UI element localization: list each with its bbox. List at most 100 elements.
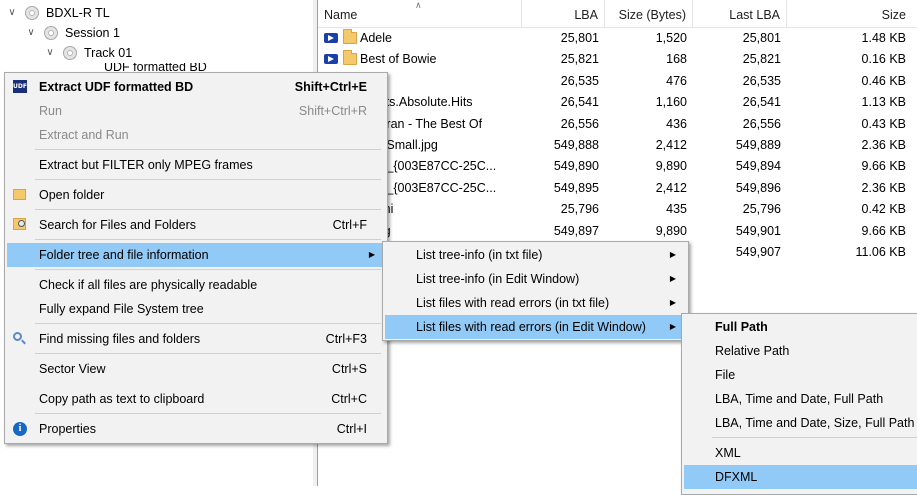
cell-last-lba: 25,801 <box>742 31 781 45</box>
tree-node-root[interactable]: ∨ BDXL-R TL <box>0 3 300 23</box>
column-header-size[interactable]: Size <box>787 0 912 27</box>
menu-item-label: Check if all files are physically readab… <box>39 278 258 292</box>
menu-item-label: Run <box>39 104 62 118</box>
submenu-item-list-files-with-read-errors-in-txt-file[interactable]: List files with read errors (in txt file… <box>385 291 684 315</box>
menu-item-run[interactable]: Run Shift+Ctrl+R <box>7 99 383 123</box>
tree-node-session[interactable]: ∨ Session 1 <box>0 23 300 43</box>
folder-icon <box>13 189 26 200</box>
column-header-name[interactable]: ∧ Name <box>318 0 522 27</box>
submenu2-item-lba-time-and-date-full-path[interactable]: LBA, Time and Date, Full Path <box>684 387 917 411</box>
menu-item-label: Search for Files and Folders <box>39 218 197 232</box>
disc-icon <box>63 46 77 60</box>
link-arrow-icon <box>324 33 338 43</box>
table-row[interactable]: mArtSmall.jpg 549,888 2,412 549,889 2.36 KB <box>318 135 917 156</box>
menu-item-copy-path-as-text-to-clipboard[interactable]: Copy path as text to clipboard Ctrl+C <box>7 387 383 411</box>
cell-size: 2.36 KB <box>861 138 906 152</box>
submenu-arrow-icon: ▶ <box>669 298 676 307</box>
submenu2-item-relative-path[interactable]: Relative Path <box>684 339 917 363</box>
list-header: ∧ Name LBA Size (Bytes) Last LBA Size <box>318 0 917 28</box>
cell-size-bytes: 168 <box>666 52 687 67</box>
submenu2-item-label: LBA, Time and Date, Size, Full Path <box>715 416 915 430</box>
menu-item-open-folder[interactable]: Open folder <box>7 183 383 207</box>
submenu-item-list-tree-info-in-txt-file[interactable]: List tree-info (in txt file) ▶ <box>385 243 684 267</box>
cell-size-bytes: 436 <box>666 116 687 131</box>
cell-lba: 25,801 <box>560 31 599 45</box>
table-row[interactable]: Straits.Absolute.Hits 26,541 1,160 26,541 1.… <box>318 92 917 113</box>
menu-separator <box>712 437 917 438</box>
link-arrow-icon <box>324 54 338 65</box>
column-header-lba[interactable]: LBA <box>522 0 605 27</box>
submenu-arrow-icon: ▶ <box>669 322 676 331</box>
menu-item-shortcut: Ctrl+S <box>331 362 367 376</box>
menu-item-search-for-files-and-folders[interactable]: Search for Files and Folders Ctrl+F <box>7 213 383 237</box>
menu-item-extract-but-filter-only-mpeg-frames[interactable]: Extract but FILTER only MPEG frames <box>7 153 383 177</box>
menu-item-label: Properties <box>39 422 96 436</box>
column-header-size-bytes[interactable]: Size (Bytes) <box>605 0 693 27</box>
menu-item-fully-expand-file-system-tree[interactable]: Fully expand File System tree <box>7 297 383 321</box>
submenu-item-list-tree-info-in-edit-window[interactable]: List tree-info (in Edit Window) ▶ <box>385 267 684 291</box>
disc-icon <box>44 26 58 40</box>
submenu-arrow-icon: ▶ <box>669 250 676 259</box>
submenu-item-label: List files with read errors (in txt file… <box>416 296 610 310</box>
cell-name: Adele <box>360 31 392 45</box>
table-row[interactable]: mArt_{003E87CC-25C... 549,890 9,890 549,894… <box>318 156 917 177</box>
table-row[interactable]: er.jpg549,8979,890549,9019.66 KB <box>318 221 917 242</box>
menu-item-find-missing-files-and-folders[interactable]: Find missing files and folders Ctrl+F3 <box>7 327 383 351</box>
cell-size: 0.16 KB <box>861 52 906 67</box>
table-row[interactable]: mArt_{003E87CC-25C... 549,895 2,412 549,896… <box>318 178 917 199</box>
menu-item-shortcut: Ctrl+F3 <box>325 332 367 346</box>
menu-separator <box>35 269 381 270</box>
column-header-last-lba[interactable]: Last LBA <box>693 0 787 27</box>
cell-lba: 25,821 <box>560 52 599 67</box>
menu-item-label: Open folder <box>39 188 105 202</box>
table-row[interactable]: 26,535 476 26,535 0.46 KB <box>318 71 917 92</box>
magnifier-icon <box>13 332 22 341</box>
menu-separator <box>35 209 381 210</box>
submenu2-item-label: File <box>715 368 736 382</box>
cell-lba: 26,535 <box>560 73 599 88</box>
chevron-down-icon[interactable]: ∨ <box>6 3 18 23</box>
menu-item-folder-tree-and-file-information[interactable]: Folder tree and file information ▶ <box>7 243 383 267</box>
cell-size-bytes: 476 <box>666 73 687 88</box>
tree-node-label: BDXL-R TL <box>46 6 110 20</box>
table-row[interactable]: n Duran - The Best Of 26,556 436 26,556 0.43… <box>318 114 917 135</box>
submenu2-item-xml[interactable]: XML <box>684 441 917 465</box>
menu-item-label: Extract but FILTER only MPEG frames <box>39 158 253 172</box>
cell-lba: 549,897 <box>553 223 599 238</box>
menu-item-label: Fully expand File System tree <box>39 302 204 316</box>
cell-size: 2.36 KB <box>861 180 906 195</box>
submenu2-item-full-path[interactable]: Full Path <box>684 315 917 339</box>
submenu-item-label: List tree-info (in txt file) <box>416 248 543 262</box>
cell-size-bytes: 1,520 <box>655 31 687 45</box>
cell-last-lba: 26,541 <box>742 95 781 110</box>
cell-size-bytes: 2,412 <box>655 138 687 152</box>
submenu2-item-dfxml[interactable]: DFXML <box>684 465 917 489</box>
cell-lba: 26,556 <box>560 116 599 131</box>
search-folder-icon <box>13 218 26 230</box>
chevron-down-icon[interactable]: ∨ <box>44 43 56 63</box>
info-icon: i <box>13 422 27 436</box>
menu-item-properties[interactable]: i Properties Ctrl+I <box>7 417 383 441</box>
tree-node-track[interactable]: ∨ Track 01 <box>0 43 300 63</box>
submenu-folder-tree: List tree-info (in txt file) ▶ List tree-i… <box>382 241 689 341</box>
menu-item-extract-and-run[interactable]: Extract and Run <box>7 123 383 147</box>
table-row[interactable]: Adele 25,801 1,520 25,801 1.48 KB <box>318 28 917 49</box>
menu-item-sector-view[interactable]: Sector View Ctrl+S <box>7 357 383 381</box>
table-row[interactable]: Best of Bowie 25,821 168 25,821 0.16 KB <box>318 49 917 70</box>
cell-size: 1.13 KB <box>861 95 906 110</box>
menu-separator <box>35 323 381 324</box>
menu-item-label: Sector View <box>39 362 106 376</box>
menu-item-extract-udf-formatted-bd[interactable]: UDF Extract UDF formatted BD Shift+Ctrl+E <box>7 75 383 99</box>
submenu2-item-lba-time-and-date-size-full-path[interactable]: LBA, Time and Date, Size, Full Path <box>684 411 917 435</box>
submenu2-item-file[interactable]: File <box>684 363 917 387</box>
context-menu: UDF Extract UDF formatted BD Shift+Ctrl+E R… <box>4 72 388 444</box>
cell-name: Best of Bowie <box>360 52 437 67</box>
table-row[interactable]: top.ini25,79643525,7960.42 KB <box>318 199 917 220</box>
submenu2-item-label: Full Path <box>715 320 768 334</box>
cell-lba: 25,796 <box>560 202 599 217</box>
chevron-down-icon[interactable]: ∨ <box>25 23 37 43</box>
submenu-item-list-files-with-read-errors-in-edit-window[interactable]: List files with read errors (in Edit Win… <box>385 315 684 339</box>
submenu-item-label: List tree-info (in Edit Window) <box>416 272 580 286</box>
menu-item-check-if-all-files-are-physically-readable[interactable]: Check if all files are physically readab… <box>7 273 383 297</box>
menu-item-shortcut: Ctrl+F <box>332 218 367 232</box>
